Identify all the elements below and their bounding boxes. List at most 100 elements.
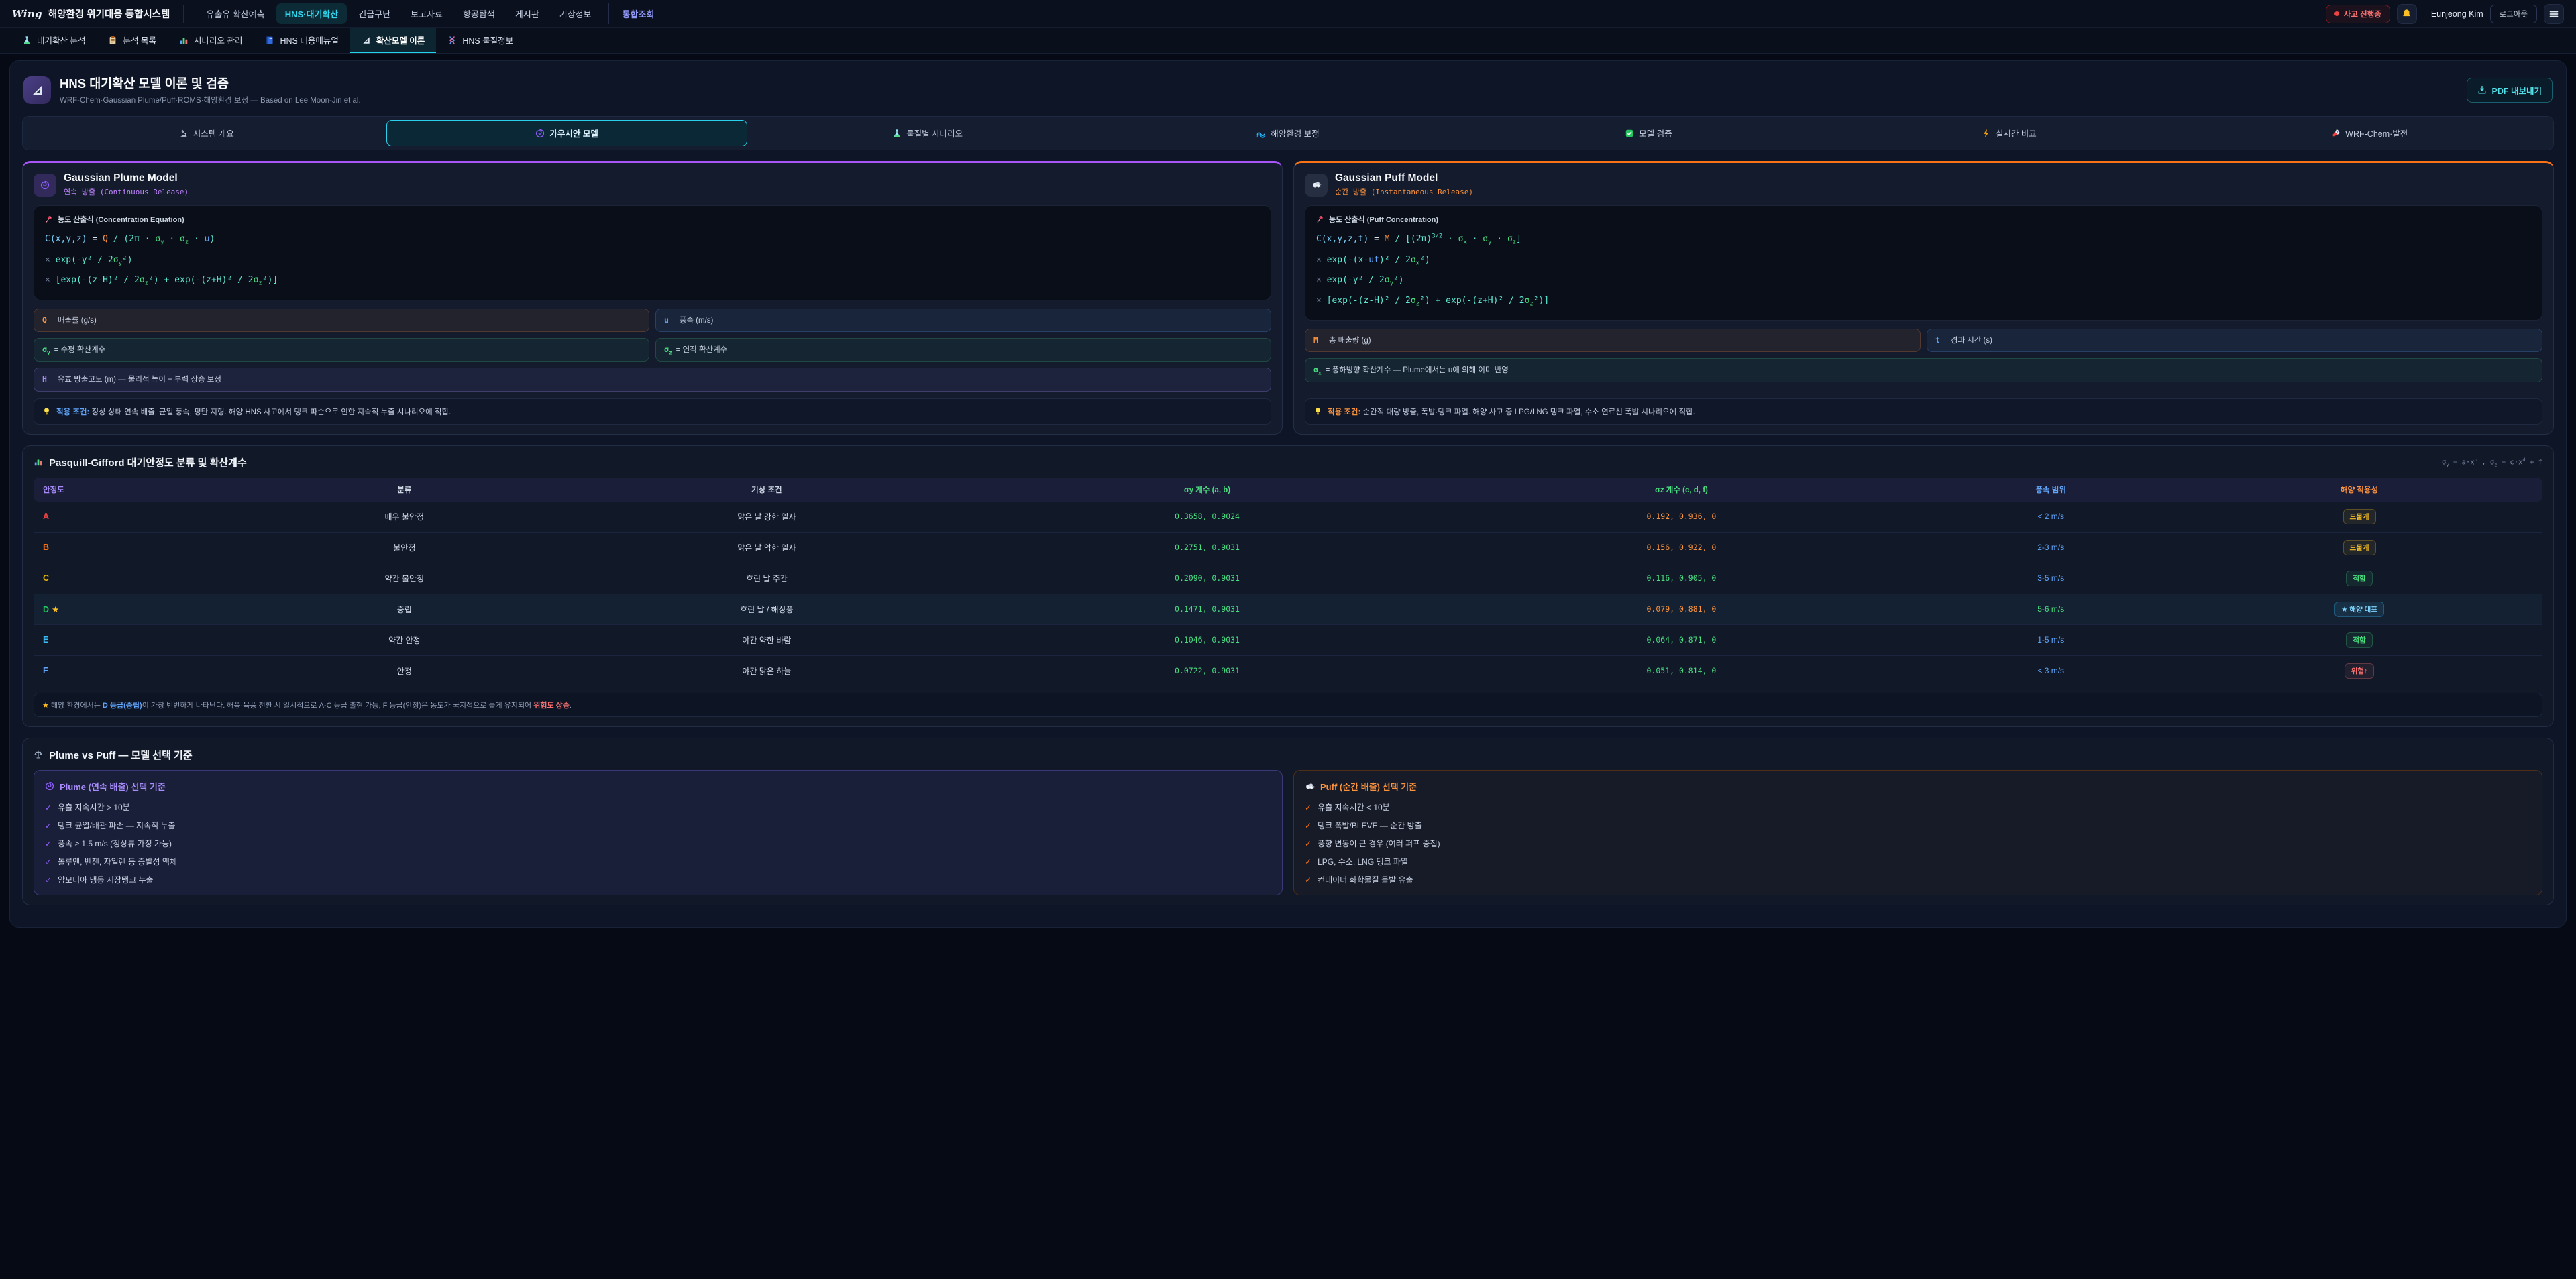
gaussian-model-panels: Gaussian Plume Model 연속 방출 (Continuous R… bbox=[22, 161, 2554, 435]
sigma-y-cell: 0.2751, 0.9031 bbox=[977, 532, 1438, 563]
main-nav-item[interactable]: 항공탐색 bbox=[454, 3, 504, 24]
section-tab[interactable]: 시스템 개요 bbox=[26, 120, 386, 146]
bulb-icon bbox=[1313, 407, 1322, 416]
pdf-export-label: PDF 내보내기 bbox=[2492, 84, 2542, 97]
section-tab[interactable]: WRF-Chem·발전 bbox=[2190, 120, 2550, 146]
parameter-description: = 경과 시간 (s) bbox=[1944, 335, 1992, 345]
main-nav-item[interactable]: 통합조회 bbox=[608, 3, 663, 24]
stability-table-title: Pasquill-Gifford 대기안정도 분류 및 확산계수 bbox=[49, 455, 247, 469]
pin-icon bbox=[1316, 215, 1324, 223]
plume-panel-subtitle: 연속 방출 (Continuous Release) bbox=[64, 186, 189, 197]
swirl-icon bbox=[40, 180, 50, 190]
section-tab-label: WRF-Chem·발전 bbox=[2345, 127, 2408, 140]
table-footnote: ★ 해양 환경에서는 D 등급(중립)이 가장 빈번하게 나타난다. 해풍·육풍… bbox=[34, 693, 2542, 717]
col-wind: 풍속 범위 bbox=[1925, 478, 2176, 502]
pdf-export-button[interactable]: PDF 내보내기 bbox=[2467, 78, 2553, 103]
check-mark: ✓ bbox=[45, 857, 52, 867]
wind-cell: 3-5 m/s bbox=[2037, 573, 2064, 583]
main-nav-item[interactable]: 긴급구난 bbox=[350, 3, 399, 24]
sigma-y-cell: 0.1471, 0.9031 bbox=[977, 594, 1438, 624]
sigma-y-cell: 0.3658, 0.9024 bbox=[977, 502, 1438, 533]
sigma-z-cell: 0.079, 0.881, 0 bbox=[1647, 604, 1717, 614]
col-sigma-z: σz 계수 (c, d, f) bbox=[1437, 478, 1925, 502]
scale-icon bbox=[34, 750, 43, 759]
criteria-text: 유출 지속시간 < 10분 bbox=[1318, 801, 1390, 813]
module-tab-label: 확산모델 이론 bbox=[376, 34, 425, 46]
criteria-item: ✓ LPG, 수소, LNG 탱크 파열 bbox=[1305, 856, 2531, 867]
module-tab[interactable]: 시나리오 관리 bbox=[168, 28, 254, 53]
stability-table: 안정도 분류 기상 조건 σy 계수 (a, b) σz 계수 (c, d, f… bbox=[34, 478, 2542, 686]
criteria-item: ✓ 탱크 균열/배관 파손 — 지속적 누출 bbox=[45, 820, 1271, 831]
criteria-text: 톨루엔, 벤젠, 자일렌 등 증발성 액체 bbox=[58, 856, 177, 867]
parameter-symbol: Q bbox=[42, 315, 47, 326]
main-nav-item[interactable]: 유출유 확산예측 bbox=[197, 3, 273, 24]
criteria-text: 컨테이너 화학물질 돌발 유출 bbox=[1318, 874, 1413, 885]
parameter-box: σx = 풍하방향 확산계수 — Plume에서는 u에 의해 이미 반영 bbox=[1305, 358, 2542, 382]
criteria-text: 탱크 균열/배관 파손 — 지속적 누출 bbox=[58, 820, 176, 831]
main-nav-item[interactable]: HNS·대기확산 bbox=[276, 3, 347, 24]
section-tab[interactable]: 물질별 시나리오 bbox=[747, 120, 1108, 146]
wind-cell: 1-5 m/s bbox=[2037, 635, 2064, 645]
module-tab[interactable]: 분석 목록 bbox=[97, 28, 167, 53]
section-tab-label: 해양환경 보정 bbox=[1271, 127, 1319, 140]
parameter-description: = 연직 확산계수 bbox=[676, 344, 728, 355]
parameter-description: = 풍속 (m/s) bbox=[673, 315, 713, 325]
module-tab[interactable]: HNS 대응매뉴얼 bbox=[254, 28, 350, 53]
section-tab-icon bbox=[1256, 129, 1266, 138]
content-card: HNS 대기확산 모델 이론 및 검증 WRF-Chem·Gaussian Pl… bbox=[9, 60, 2567, 928]
puff-equation-label: 농도 산출식 (Puff Concentration) bbox=[1329, 214, 1438, 225]
table-row: F 안정 야간 맑은 하늘 0.0722, 0.9031 0.051, 0.81… bbox=[34, 655, 2542, 686]
wind-cell: 5-6 m/s bbox=[2037, 604, 2064, 614]
parameter-box: t = 경과 시간 (s) bbox=[1927, 329, 2542, 352]
main-nav-item[interactable]: 기상정보 bbox=[551, 3, 600, 24]
menu-button[interactable] bbox=[2544, 4, 2564, 24]
bar-chart-icon bbox=[34, 457, 43, 467]
equation-line: × exp(-y² / 2σy²) bbox=[45, 250, 1260, 271]
weather-cell: 맑은 날 약한 일사 bbox=[556, 532, 977, 563]
wind-cell: < 3 m/s bbox=[2037, 666, 2064, 675]
criteria-item: ✓ 톨루엔, 벤젠, 자일렌 등 증발성 액체 bbox=[45, 856, 1271, 867]
equation-line: × [exp(-(z-H)² / 2σz²) + exp(-(z+H)² / 2… bbox=[45, 270, 1260, 291]
module-tab-label: HNS 대응매뉴얼 bbox=[280, 34, 338, 46]
section-tab[interactable]: 해양환경 보정 bbox=[1108, 120, 1468, 146]
module-tab-icon bbox=[179, 36, 189, 45]
applicability-badge: 드물게 bbox=[2343, 540, 2376, 555]
check-mark: ✓ bbox=[1305, 821, 1311, 830]
section-tab-label: 가우시안 모델 bbox=[549, 127, 598, 140]
app-logo: Wing bbox=[12, 8, 42, 20]
plume-equation-label: 농도 산출식 (Concentration Equation) bbox=[58, 214, 184, 225]
applicability-badge: 적합 bbox=[2346, 571, 2372, 586]
swirl-icon bbox=[45, 781, 54, 791]
brand: Wing 해양환경 위기대응 통합시스템 bbox=[12, 5, 184, 23]
puff-usage-note: 적용 조건: 순간적 대량 방출, 폭발·탱크 파열. 해양 사고 중 LPG/… bbox=[1305, 398, 2542, 425]
logout-button[interactable]: 로그아웃 bbox=[2490, 5, 2537, 23]
main-nav-item[interactable]: 보고자료 bbox=[402, 3, 451, 24]
module-tab[interactable]: 대기확산 분석 bbox=[11, 28, 97, 53]
main-nav-item[interactable]: 게시판 bbox=[506, 3, 548, 24]
class-cell: 중립 bbox=[252, 594, 556, 624]
module-tab[interactable]: HNS 물질정보 bbox=[436, 28, 525, 53]
module-tab-icon bbox=[265, 36, 274, 45]
section-tab[interactable]: 모델 검증 bbox=[1468, 120, 1829, 146]
module-tab[interactable]: 확산모델 이론 bbox=[350, 28, 436, 53]
sigma-z-cell: 0.156, 0.922, 0 bbox=[1647, 543, 1717, 552]
parameter-box: M = 총 배출량 (g) bbox=[1305, 329, 1921, 352]
plume-icon-box bbox=[34, 174, 56, 197]
plume-criteria-title: Plume (연속 배출) 선택 기준 bbox=[60, 780, 166, 793]
section-tab[interactable]: 가우시안 모델 bbox=[386, 120, 747, 146]
notifications-button[interactable] bbox=[2397, 4, 2417, 24]
criteria-item: ✓ 풍향 변동이 큰 경우 (여러 퍼프 중첩) bbox=[1305, 838, 2531, 849]
check-mark: ✓ bbox=[45, 839, 52, 848]
puff-equation-box: 농도 산출식 (Puff Concentration) C(x,y,z,t) =… bbox=[1305, 205, 2542, 321]
sigma-y-cell: 0.2090, 0.9031 bbox=[977, 563, 1438, 594]
class-cell: 불안정 bbox=[252, 532, 556, 563]
criteria-item: ✓ 암모니아 냉동 저장탱크 누출 bbox=[45, 874, 1271, 885]
sigma-z-cell: 0.051, 0.814, 0 bbox=[1647, 666, 1717, 675]
puff-panel-title: Gaussian Puff Model bbox=[1335, 172, 1473, 184]
module-tab-icon bbox=[362, 36, 371, 45]
criteria-item: ✓ 유출 지속시간 > 10분 bbox=[45, 801, 1271, 813]
download-icon bbox=[2477, 85, 2487, 95]
col-grade: 안정도 bbox=[34, 478, 252, 502]
section-tab[interactable]: 실시간 비교 bbox=[1829, 120, 2189, 146]
grade-letter: E bbox=[43, 635, 48, 645]
